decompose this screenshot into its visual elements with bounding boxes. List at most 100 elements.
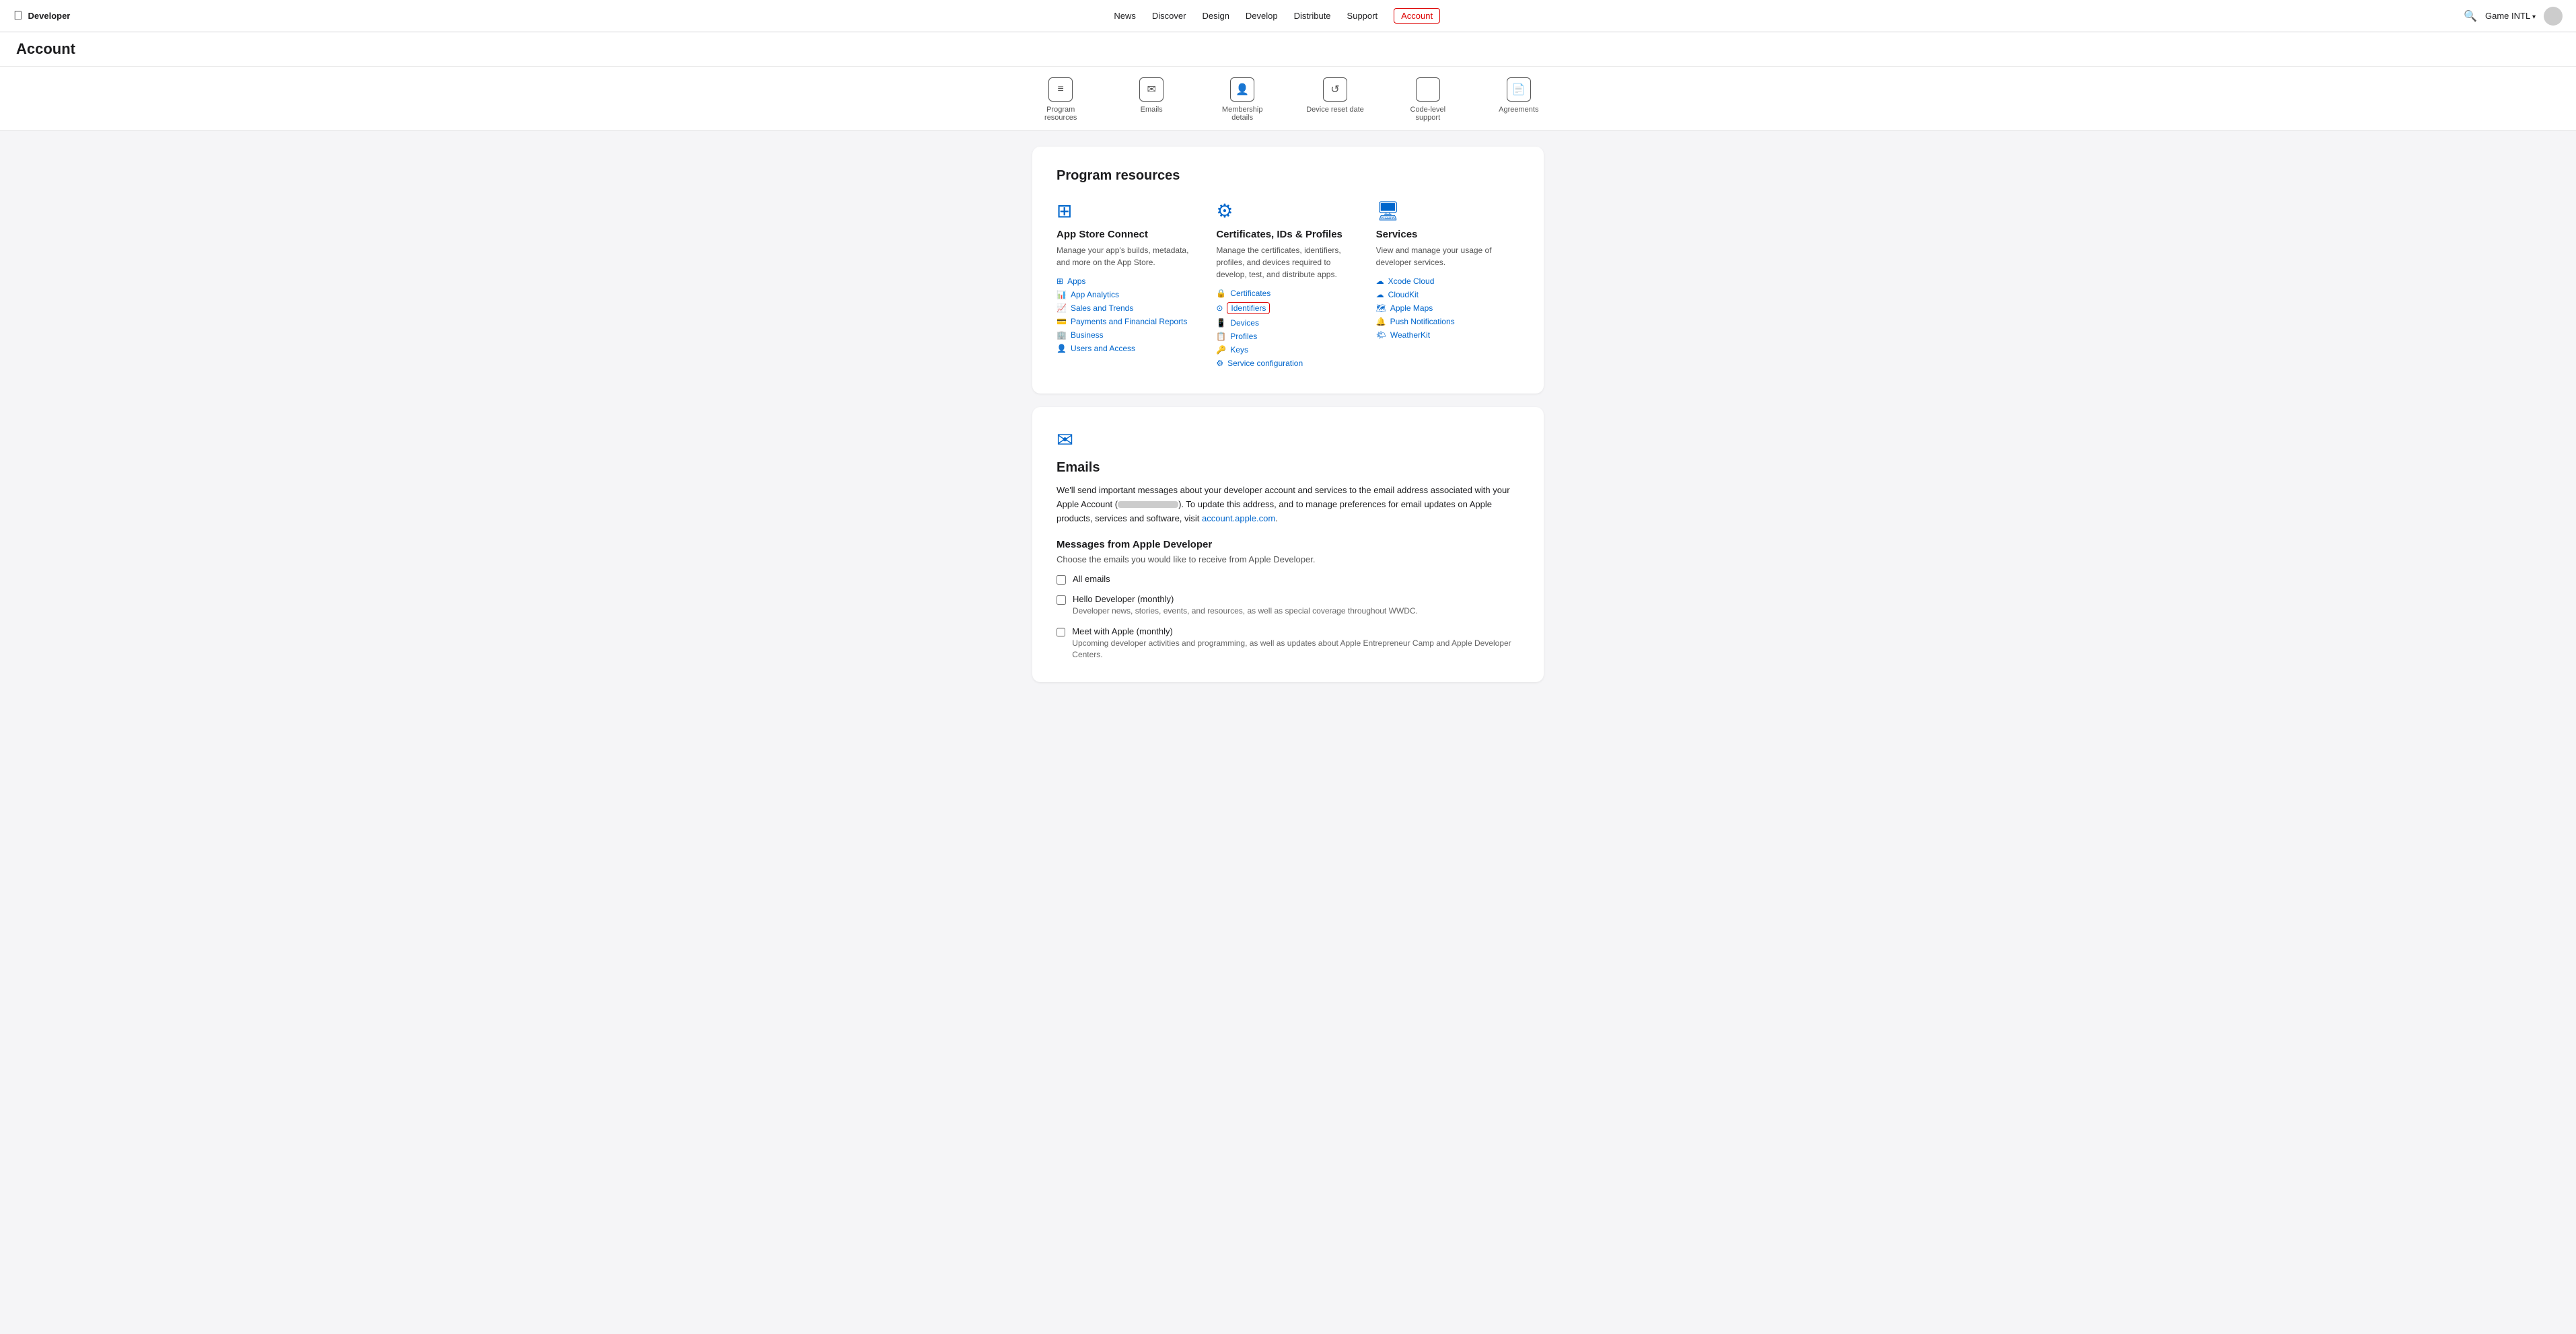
resource-col-icon: 🖥 <box>1376 200 1519 222</box>
icon-nav-item[interactable]: ✉ Emails <box>1124 77 1178 122</box>
resource-link-item: 📈 Sales and Trends <box>1057 303 1200 313</box>
avatar <box>2544 7 2563 26</box>
resource-link[interactable]: Business <box>1071 330 1104 340</box>
icon-nav-label: Program resources <box>1030 106 1091 122</box>
resource-links-list: 🔒 Certificates ⊙ Identifiers 📱 Devices 📋… <box>1216 289 1359 368</box>
icon-nav-item[interactable]: 👤 Membership details <box>1212 77 1273 122</box>
resource-col-desc: Manage your app's builds, metadata, and … <box>1057 244 1200 268</box>
resource-col-icon: ⚙ <box>1216 200 1359 222</box>
resource-link-icon: 👤 <box>1057 344 1067 353</box>
resource-link-item: 👤 Users and Access <box>1057 344 1200 353</box>
resource-links-list: ⊞ Apps 📊 App Analytics 📈 Sales and Trend… <box>1057 276 1200 353</box>
icon-nav-icon: ↺ <box>1323 77 1347 102</box>
resource-link-item: 🌤 WeatherKit <box>1376 330 1519 340</box>
resource-col-desc: Manage the certificates, identifiers, pr… <box>1216 244 1359 281</box>
resource-col-title: Certificates, IDs & Profiles <box>1216 229 1359 240</box>
resource-link-icon: 💳 <box>1057 317 1067 326</box>
all-emails-label[interactable]: All emails <box>1073 574 1110 584</box>
resource-col-desc: View and manage your usage of developer … <box>1376 244 1519 268</box>
all-emails-checkbox-item: All emails <box>1057 574 1519 585</box>
resource-link[interactable]: Devices <box>1230 318 1259 328</box>
resource-link[interactable]: CloudKit <box>1388 290 1419 299</box>
search-icon[interactable]: 🔍 <box>2464 9 2477 23</box>
resource-link-icon: ☁ <box>1376 276 1384 286</box>
nav-link-develop[interactable]: Develop <box>1246 11 1278 21</box>
resource-link-icon: ⊞ <box>1057 276 1063 286</box>
nav-links: News Discover Design Develop Distribute Suppo… <box>90 8 2464 24</box>
email-section-icon: ✉ <box>1057 429 1519 452</box>
resource-link[interactable]: Xcode Cloud <box>1388 276 1435 286</box>
resource-link-item: 📊 App Analytics <box>1057 290 1200 299</box>
resources-grid: ⊞ App Store Connect Manage your app's bu… <box>1057 200 1519 372</box>
nav-link-discover[interactable]: Discover <box>1152 11 1186 21</box>
icon-nav-icon <box>1416 77 1440 102</box>
apple-logo-icon:  <box>13 9 23 23</box>
resource-link-icon: 🏢 <box>1057 330 1067 340</box>
resource-link-icon: ⊙ <box>1216 303 1223 313</box>
resource-link-item: ⚙ Service configuration <box>1216 359 1359 368</box>
all-emails-checkbox[interactable] <box>1057 575 1066 585</box>
resource-link-icon: ☁ <box>1376 290 1384 299</box>
all-emails-title: All emails <box>1073 574 1110 584</box>
resource-link[interactable]: Identifiers <box>1227 302 1270 314</box>
resource-link[interactable]: Certificates <box>1230 289 1271 298</box>
email-option-label[interactable]: Meet with Apple (monthly) Upcoming devel… <box>1072 626 1519 661</box>
resource-link-item: ⊙ Identifiers <box>1216 302 1359 314</box>
resource-link-item: 🔑 Keys <box>1216 345 1359 355</box>
resource-link-icon: 📈 <box>1057 303 1067 313</box>
resource-link-item: 🏢 Business <box>1057 330 1200 340</box>
resource-column-0: ⊞ App Store Connect Manage your app's bu… <box>1057 200 1200 372</box>
resource-link[interactable]: WeatherKit <box>1390 330 1430 340</box>
icon-nav-label: Membership details <box>1212 106 1273 122</box>
main-content: Program resources ⊞ App Store Connect Ma… <box>1032 131 1544 712</box>
nav-right: 🔍 Game INTL <box>2464 7 2563 26</box>
icon-nav-label: Device reset date <box>1306 106 1364 114</box>
resource-link[interactable]: Apple Maps <box>1390 303 1433 313</box>
resource-link-item: 💳 Payments and Financial Reports <box>1057 317 1200 326</box>
resource-link[interactable]: Users and Access <box>1071 344 1135 353</box>
resource-link-icon: 🔑 <box>1216 345 1226 355</box>
email-checkbox-item: Meet with Apple (monthly) Upcoming devel… <box>1057 626 1519 661</box>
email-option-checkbox[interactable] <box>1057 628 1065 637</box>
icon-nav-item[interactable]: Code-level support <box>1398 77 1458 122</box>
resource-link-item: 🔒 Certificates <box>1216 289 1359 298</box>
resource-link-item: 📱 Devices <box>1216 318 1359 328</box>
brand-name: Developer <box>28 11 71 21</box>
nav-link-distribute[interactable]: Distribute <box>1294 11 1331 21</box>
resource-link-item: ☁ Xcode Cloud <box>1376 276 1519 286</box>
resource-link-icon: 🔔 <box>1376 317 1386 326</box>
resource-link-icon: 🗺 <box>1376 303 1386 313</box>
resource-link[interactable]: Keys <box>1230 345 1248 355</box>
email-option-title: Hello Developer (monthly) <box>1073 594 1418 604</box>
account-apple-link[interactable]: account.apple.com <box>1202 513 1275 523</box>
resource-link[interactable]: Profiles <box>1230 332 1257 341</box>
nav-link-support[interactable]: Support <box>1347 11 1378 21</box>
resource-link-item: ⊞ Apps <box>1057 276 1200 286</box>
resource-link[interactable]: Sales and Trends <box>1071 303 1133 313</box>
email-checkbox-item: Hello Developer (monthly) Developer news… <box>1057 594 1519 617</box>
nav-link-design[interactable]: Design <box>1202 11 1229 21</box>
email-option-label[interactable]: Hello Developer (monthly) Developer news… <box>1073 594 1418 617</box>
resource-link[interactable]: Service configuration <box>1227 359 1303 368</box>
icon-nav-item[interactable]: ↺ Device reset date <box>1306 77 1364 122</box>
icon-nav-icon: ✉ <box>1139 77 1164 102</box>
account-name[interactable]: Game INTL <box>2485 11 2536 21</box>
resource-link[interactable]: Push Notifications <box>1390 317 1455 326</box>
resource-link[interactable]: Payments and Financial Reports <box>1071 317 1187 326</box>
resource-link-icon: ⚙ <box>1216 359 1223 368</box>
page-title: Account <box>16 40 2560 58</box>
email-option-checkbox[interactable] <box>1057 595 1066 605</box>
resource-link[interactable]: Apps <box>1067 276 1085 286</box>
emails-title: Emails <box>1057 460 1519 476</box>
resource-column-2: 🖥 Services View and manage your usage of… <box>1376 200 1519 372</box>
nav-link-news[interactable]: News <box>1114 11 1136 21</box>
email-end-text: . <box>1275 513 1278 523</box>
icon-nav-icon: 📄 <box>1507 77 1531 102</box>
resource-link-icon: 🔒 <box>1216 289 1226 298</box>
email-checkboxes: All emails Hello Developer (monthly) Dev… <box>1057 574 1519 660</box>
resource-link[interactable]: App Analytics <box>1071 290 1119 299</box>
icon-nav-item[interactable]: 📄 Agreements <box>1492 77 1546 122</box>
nav-link-account[interactable]: Account <box>1394 8 1440 24</box>
resource-col-title: App Store Connect <box>1057 229 1200 240</box>
icon-nav-item[interactable]: ≡ Program resources <box>1030 77 1091 122</box>
